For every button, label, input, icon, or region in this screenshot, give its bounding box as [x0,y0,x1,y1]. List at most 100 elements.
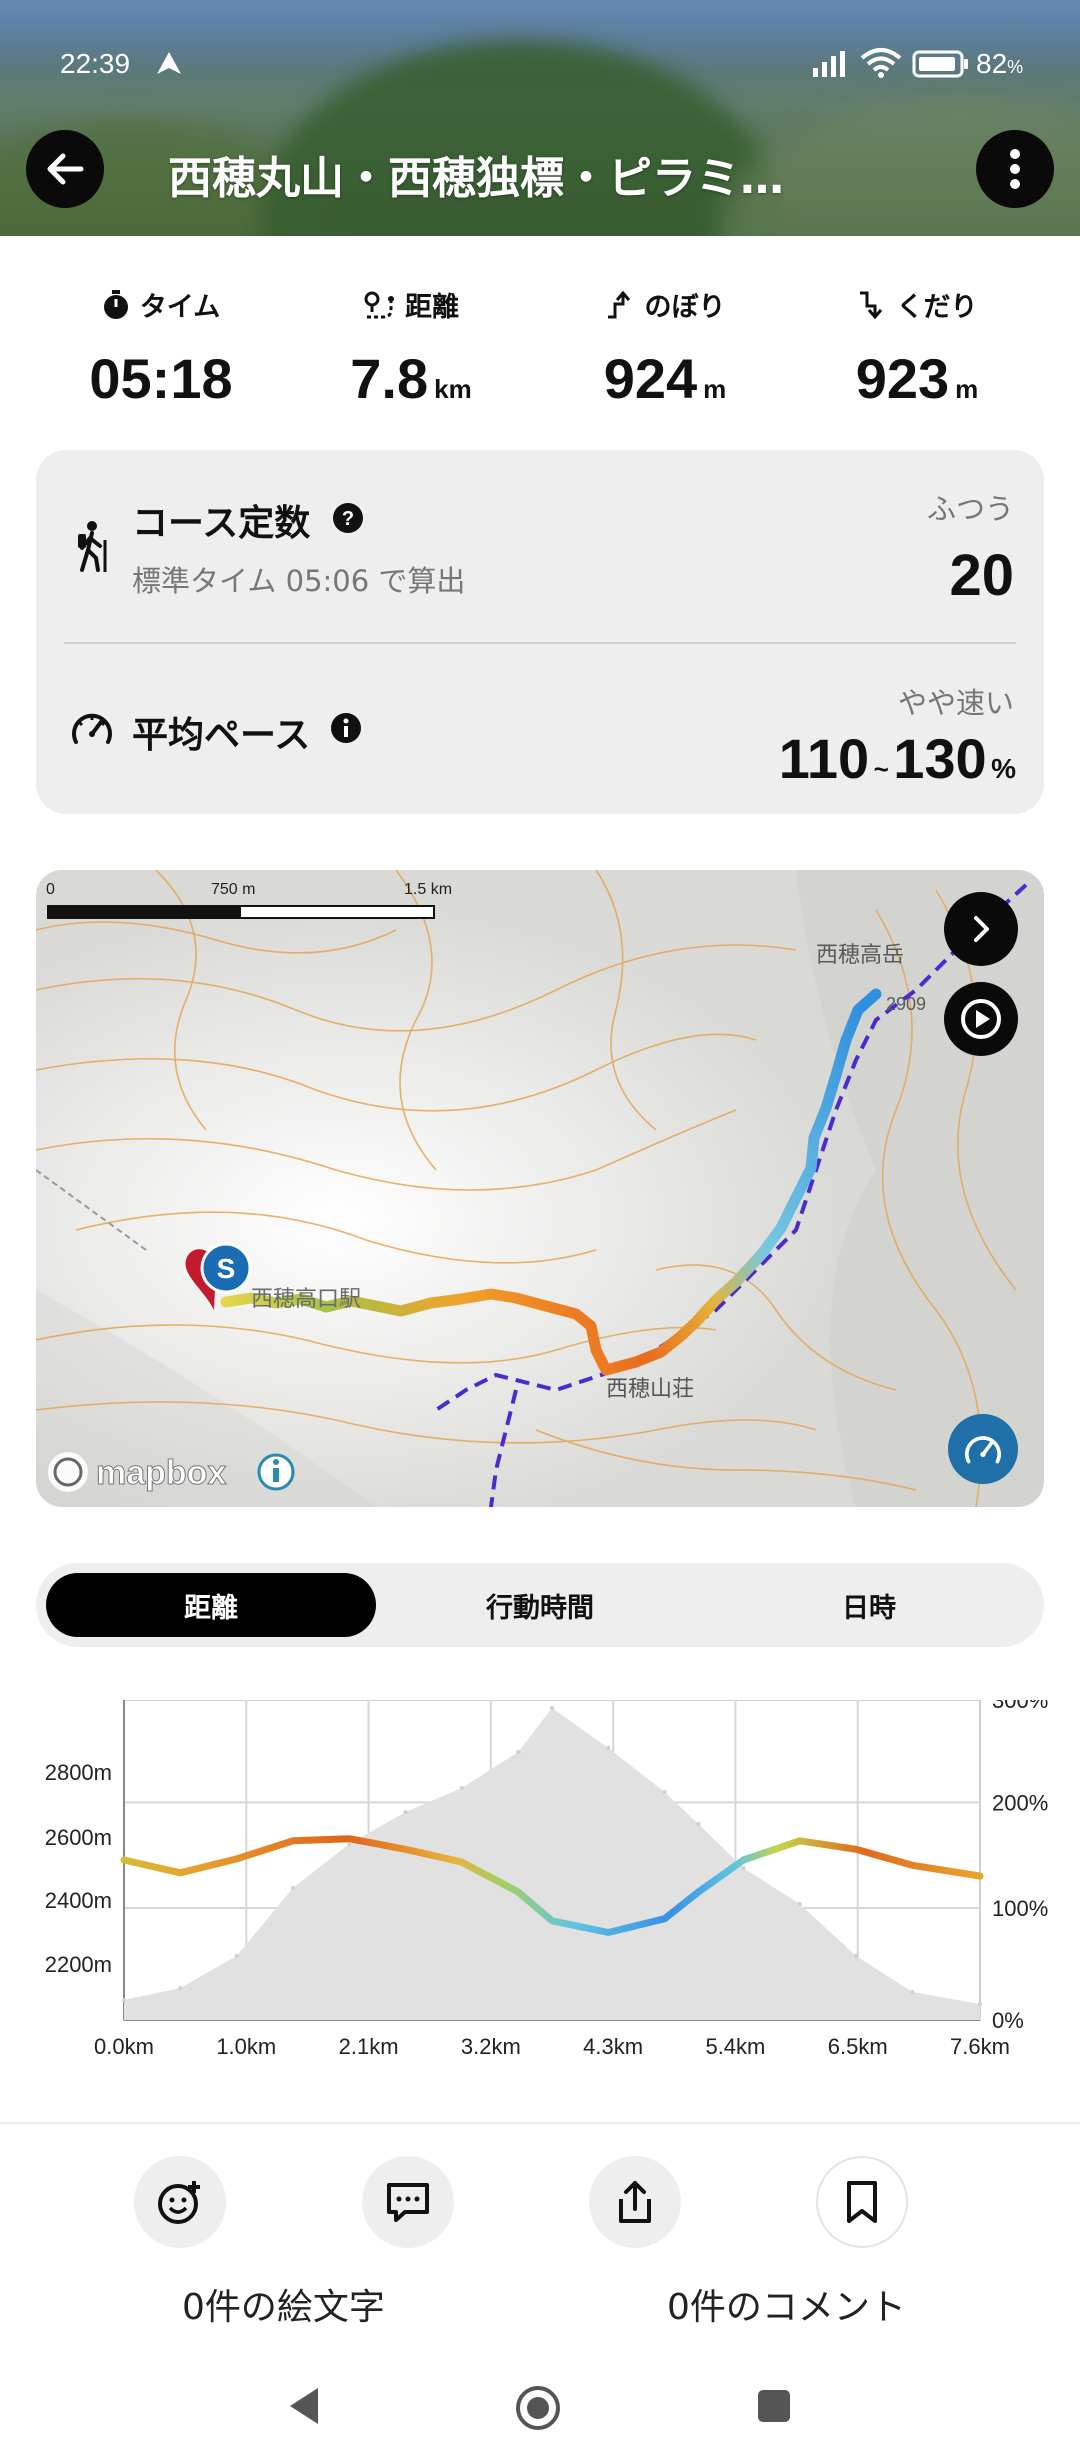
course-constant-sub: 標準タイム 05:06 で算出 [132,564,466,598]
tab-distance[interactable]: 距離 [46,1573,376,1637]
share-icon [619,2181,651,2223]
nav-home-button[interactable] [514,2384,562,2432]
pace-max: 130 [893,727,987,790]
stat-time-label: タイム [139,292,221,323]
stat-time: タイム 05:18 [26,285,296,411]
course-level: ふつう [926,492,1014,526]
elevation-point [347,1842,352,1846]
stat-ascent-label: のぼり [644,292,726,323]
elevation-point [403,1810,408,1814]
route-map[interactable]: 西穂高岳 2909 西穂高口駅 西穂山荘 0 750 m 1.5 km S ma… [36,870,1044,1507]
svg-text:?: ? [342,508,354,530]
stopwatch-icon [103,289,128,319]
chart-x-tick: 7.6km [950,2034,1010,2059]
chart-x-tick: 5.4km [705,2034,765,2059]
chart-x-tick: 3.2km [461,2034,521,2059]
elevation-area [124,1708,980,2020]
stat-distance: 距離 7.8 km [276,285,546,411]
elevation-pace-chart: 0.0km 1.0km 2.1km 3.2km 4.3km 5.4km 6.5km 7.6km… [45,1700,1048,2059]
stat-descent: くだり 923 m [782,285,1052,411]
elevation-point [122,1998,126,2002]
chart-x-tick: 6.5km [828,2034,888,2059]
share-button[interactable] [589,2156,681,2248]
tab-datetime[interactable]: 日時 [704,1573,1034,1637]
nav-back-button[interactable] [286,2386,322,2426]
pace-range: 110 ~ 130 % [779,726,1016,791]
course-constant-value: 20 [949,543,1014,608]
chart-y-tick-right: 300% [992,1700,1048,1713]
map-label-hut: 西穂山荘 [606,1377,694,1402]
pace-unit: % [991,753,1016,784]
mapbox-logo: mapbox [48,1452,227,1493]
wifi-icon [860,48,902,78]
map-scale-label-750m: 750 m [211,881,255,898]
more-vertical-icon [1010,149,1020,189]
emoji-add-icon [158,2181,200,2224]
card-divider [64,642,1016,644]
ascent-arrow-icon [607,290,630,318]
chart-x-tick: 2.1km [339,2034,399,2059]
bookmark-button[interactable] [816,2156,908,2248]
emoji-reaction-button[interactable] [134,2156,226,2248]
descent-arrow-icon [859,291,882,319]
stat-distance-value: 7.8 [350,347,429,410]
map-label-peak-elevation: 2909 [886,994,926,1014]
tab-active-time[interactable]: 行動時間 [375,1573,705,1637]
chart-y-tick-right: 0% [992,2008,1024,2033]
arrow-left-icon [47,153,84,185]
back-button[interactable] [26,130,104,208]
pace-separator: ~ [873,754,889,784]
elevation-point [459,1786,464,1790]
more-menu-button[interactable] [976,130,1054,208]
map-info-icon[interactable] [257,1453,295,1491]
elevation-point [741,1866,746,1870]
map-next-button[interactable] [944,892,1018,966]
nav-recents-button[interactable] [756,2388,792,2424]
map-label-station: 西穂高口駅 [251,1287,361,1312]
elevation-point [550,1706,554,1710]
chart-y-tick-right: 100% [992,1896,1048,1921]
chevron-right-icon [974,916,989,942]
comment-count[interactable]: 0件のコメント [667,2278,906,2330]
mapbox-wordmark: mapbox [96,1454,226,1492]
chart-y-tick-left: 2600m [45,1825,112,1850]
map-label-peak: 西穂高岳 [816,943,904,968]
stat-distance-label: 距離 [405,292,459,323]
comment-icon [387,2183,429,2222]
elevation-point [290,1886,295,1890]
hiker-icon [78,521,107,572]
chart-y-tick-left: 2400m [45,1888,112,1913]
stat-distance-unit: km [434,374,472,404]
chart-x-tick: 0.0km [94,2034,154,2059]
chart-x-tick: 1.0km [216,2034,276,2059]
stat-descent-value: 923 [855,347,950,410]
comment-button[interactable] [362,2156,454,2248]
speedometer-icon [72,713,112,744]
map-pace-button[interactable] [948,1414,1018,1484]
chart-x-tick: 4.3km [583,2034,643,2059]
elevation-point [234,1954,239,1958]
stat-descent-label: くだり [896,292,978,323]
elevation-point [910,1990,915,1994]
pace-level: やや速い [897,686,1014,720]
average-pace-title: 平均ペース [132,715,311,756]
elevation-point [606,1746,611,1750]
navigation-icon [157,52,181,74]
pace-min: 110 [778,727,870,790]
map-scale-label-1-5km: 1.5 km [404,881,452,898]
battery-unit: % [1007,57,1024,77]
info-icon[interactable] [330,712,362,744]
play-circle-icon [961,999,1001,1039]
start-marker-label: S [217,1253,236,1284]
stat-descent-unit: m [955,374,979,404]
signal-icon [813,51,845,77]
elevation-point [178,1986,183,1990]
elevation-point [854,1954,859,1958]
page-title: 西穂丸山・西穂独標・ピラミ… [168,153,784,204]
help-icon[interactable]: ? [332,502,364,534]
map-play-button[interactable] [944,982,1018,1056]
map-canvas[interactable]: 西穂高岳 2909 西穂高口駅 西穂山荘 0 750 m 1.5 km S ma… [36,870,1044,1507]
battery-icon [912,50,968,78]
chart-y-tick-right: 200% [992,1790,1048,1815]
emoji-count[interactable]: 0件の絵文字 [182,2278,385,2330]
